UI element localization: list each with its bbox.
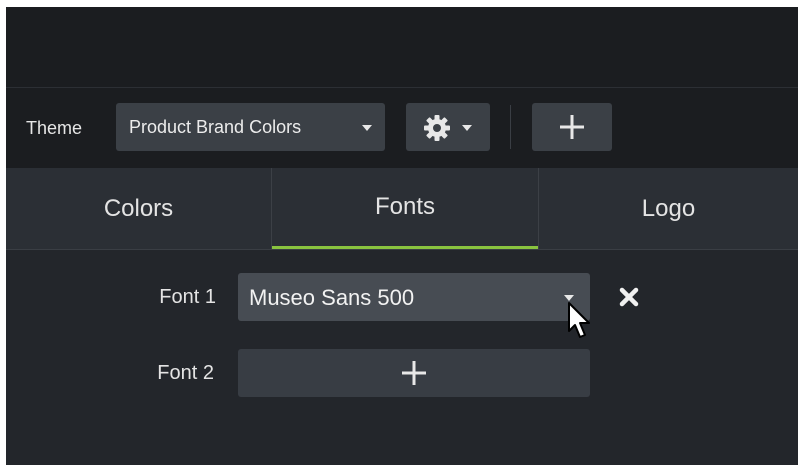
plus-icon [402, 361, 426, 385]
gear-icon [424, 115, 450, 141]
chevron-down-icon [462, 125, 472, 131]
theme-panel: Theme Product Brand Colors Colors Fonts … [6, 7, 798, 465]
tab-fonts[interactable]: Fonts [272, 168, 538, 249]
theme-settings-button[interactable] [406, 103, 490, 151]
theme-dropdown[interactable]: Product Brand Colors [116, 103, 385, 151]
font2-label: Font 2 [157, 362, 214, 384]
mouse-cursor-icon [568, 302, 590, 338]
theme-dropdown-value: Product Brand Colors [129, 117, 302, 137]
font1-dropdown[interactable]: Museo Sans 500 [238, 273, 590, 321]
tab-bar: Colors Fonts Logo [6, 168, 798, 250]
tab-logo-label: Logo [641, 194, 696, 222]
chevron-down-icon [362, 125, 372, 131]
tab-logo[interactable]: Logo [539, 168, 798, 249]
font1-dropdown-value: Museo Sans 500 [249, 285, 415, 310]
tab-colors-label: Colors [103, 194, 174, 222]
tab-fonts-label: Fonts [374, 193, 436, 220]
font1-label: Font 1 [159, 286, 216, 308]
add-theme-button[interactable] [532, 103, 612, 151]
add-font-button[interactable] [238, 349, 590, 397]
toolbar-separator [510, 105, 511, 149]
plus-icon [560, 115, 584, 139]
theme-label: Theme [26, 118, 83, 138]
tab-colors[interactable]: Colors [6, 168, 271, 249]
title-bar [6, 7, 798, 88]
close-icon[interactable] [616, 284, 642, 310]
